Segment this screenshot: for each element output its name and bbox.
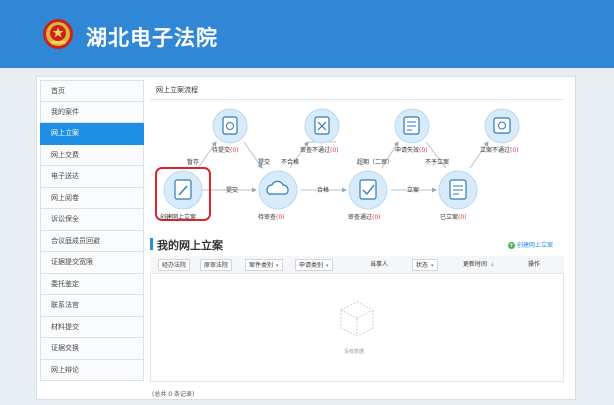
node-review-pass xyxy=(348,170,388,210)
section-title: 我的网上立案 xyxy=(157,239,223,252)
site-header: 湖北电子法院 xyxy=(0,0,614,68)
sidebar-item-online-debate[interactable]: 网上辩论 xyxy=(40,359,144,381)
empty-box-icon xyxy=(339,301,375,337)
edge-label-file: 立案 xyxy=(407,187,420,194)
sidebar-item-contact-judge[interactable]: 联系法官 xyxy=(40,295,144,317)
apply-type-select[interactable]: 申请类别 ▾ xyxy=(295,259,333,271)
sidebar-nav: 首页 我的案件 网上立案 网上交费 电子送达 网上阅卷 诉讼保全 合议庭成员回避… xyxy=(40,80,144,381)
updated-column-header[interactable]: 更新时间 ↓ xyxy=(463,259,494,271)
process-title: 网上立案流程 xyxy=(156,86,198,94)
origin-court-filter[interactable]: 原审法院 xyxy=(200,259,233,271)
plus-icon: + xyxy=(508,242,515,249)
node-label-filed: 已立案(0) xyxy=(440,214,467,221)
chevron-down-icon: ▾ xyxy=(431,263,434,269)
sidebar-item-evidence-extension[interactable]: 证据提交宽限 xyxy=(40,252,144,274)
node-pending-submit xyxy=(212,108,248,144)
node-pending-review xyxy=(258,170,298,210)
sidebar-item-my-cases[interactable]: 我的案件 xyxy=(40,101,144,123)
node-filed xyxy=(438,170,478,210)
sidebar-item-e-service[interactable]: 电子送达 xyxy=(40,166,144,188)
node-label-filing-fail: 立案不通过(0) xyxy=(480,147,519,154)
chevron-down-icon: ▾ xyxy=(326,263,329,269)
node-apply-invalid xyxy=(394,108,430,144)
node-label-create[interactable]: 创建网上立案 xyxy=(160,212,196,221)
sidebar-item-preservation[interactable]: 诉讼保全 xyxy=(40,209,144,231)
edge-label-unqualified: 不合格 xyxy=(281,159,300,166)
node-label-review-fail: 审查不通过(0) xyxy=(300,147,339,154)
edge-label-save: 暂存 xyxy=(187,159,200,166)
chevron-down-icon: ▾ xyxy=(276,263,279,269)
empty-text: 没有数据 xyxy=(344,349,365,355)
total-records: (总共 0 条记录) xyxy=(152,391,195,398)
section-accent xyxy=(150,238,153,250)
node-create xyxy=(163,170,203,210)
node-label-pending-review: 待审查(0) xyxy=(258,214,285,221)
party-column-header: 当事人 xyxy=(370,261,389,268)
sidebar-item-material-submit[interactable]: 材料提交 xyxy=(40,316,144,338)
node-label-pending-submit: 待提交(0) xyxy=(212,147,239,154)
edge-label-qualified: 合格 xyxy=(317,187,330,194)
sidebar-item-online-reading[interactable]: 网上阅卷 xyxy=(40,187,144,209)
sort-down-icon: ↓ xyxy=(490,262,495,268)
edge-label-submit-mid: 提交 xyxy=(226,187,239,194)
edge-label-not-accepted: 不予立案 xyxy=(425,159,450,166)
table-header: 经办法院 原审法院 案件类别 ▾ 申请类别 ▾ 当事人 状态 ▾ 更新时间 ↓ 操作 xyxy=(150,256,564,274)
status-select[interactable]: 状态 ▾ xyxy=(412,259,438,271)
case-type-select[interactable]: 案件类别 ▾ xyxy=(245,259,283,271)
node-label-review-pass: 审查通过(0) xyxy=(348,214,381,221)
sidebar-item-appraisal[interactable]: 委托鉴定 xyxy=(40,273,144,295)
node-review-fail xyxy=(304,108,340,144)
action-column-header: 操作 xyxy=(528,261,541,268)
node-filing-fail xyxy=(484,108,520,144)
sidebar-item-evidence-exchange[interactable]: 证据交换 xyxy=(40,338,144,360)
court-emblem-icon xyxy=(43,19,73,49)
sidebar-item-online-payment[interactable]: 网上交费 xyxy=(40,144,144,166)
court-filter[interactable]: 经办法院 xyxy=(158,259,191,271)
site-title: 湖北电子法院 xyxy=(86,26,218,50)
edge-label-submit-top: 提交 xyxy=(258,159,271,166)
sidebar-item-online-filing[interactable]: 网上立案 xyxy=(40,123,144,145)
edge-label-overdue: 超期（二审） xyxy=(357,159,394,166)
sidebar-item-recusal[interactable]: 合议庭成员回避 xyxy=(40,230,144,252)
node-label-apply-invalid: 申请失效(0) xyxy=(395,147,428,154)
sidebar-item-home[interactable]: 首页 xyxy=(40,80,144,102)
create-filing-link[interactable]: + 创建网上立案 xyxy=(508,240,553,249)
